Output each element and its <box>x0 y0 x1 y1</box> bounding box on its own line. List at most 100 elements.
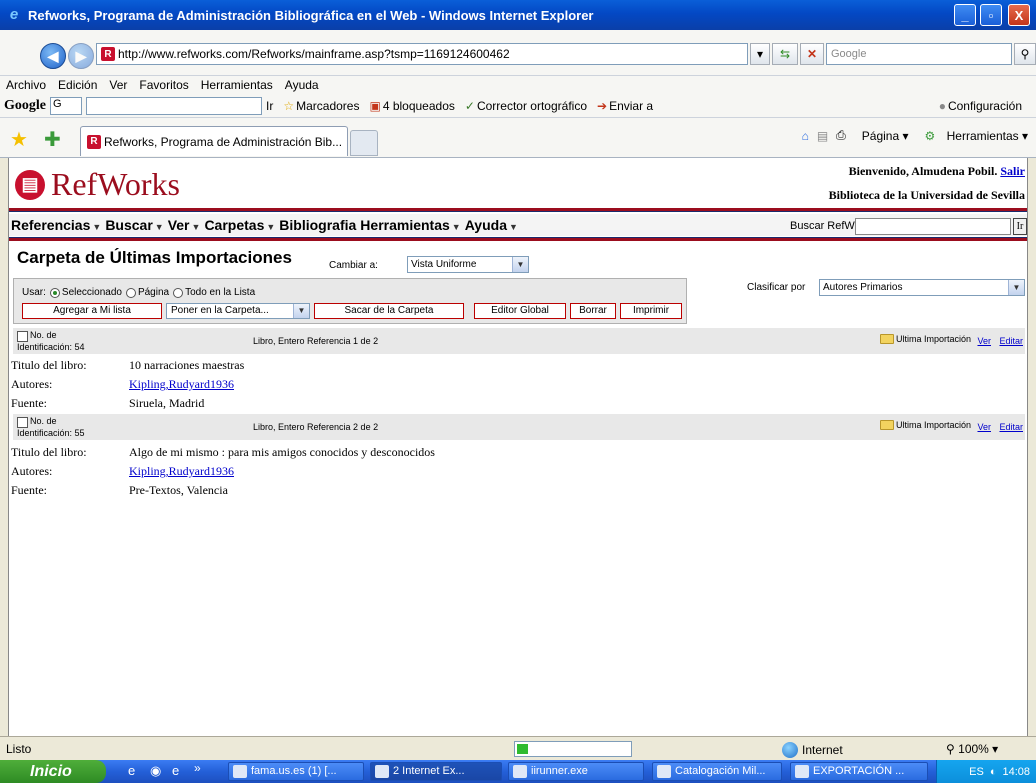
menu-favoritos[interactable]: Favoritos <box>139 78 188 92</box>
nav-carpetas[interactable]: Carpetas ▼ <box>204 217 275 233</box>
taskbar-item[interactable]: 2 Internet Ex... <box>370 762 502 781</box>
spellcheck-icon: ✓ <box>464 98 475 113</box>
zoom-control[interactable]: ⚲ 100% ▾ <box>946 742 998 756</box>
print-icon[interactable]: ⎙ <box>836 128 846 143</box>
page-menu-label: Página <box>861 128 900 143</box>
refworks-search-button[interactable]: Ir <box>1013 218 1027 235</box>
quicklaunch-ie-icon[interactable]: e <box>128 763 135 778</box>
sort-select[interactable]: Autores Primarios ▼ <box>819 279 1025 296</box>
nav-buscar-label: Buscar <box>105 217 153 233</box>
start-button[interactable]: Inicio <box>0 760 106 783</box>
search-button[interactable]: ⚲ <box>1014 43 1036 65</box>
menu-archivo[interactable]: Archivo <box>6 78 46 92</box>
reference-checkbox[interactable] <box>17 331 28 342</box>
minimize-button[interactable]: _ <box>954 4 976 26</box>
menu-ver[interactable]: Ver <box>109 78 127 92</box>
taskbar-item[interactable]: fama.us.es (1) [... <box>228 762 364 781</box>
print-button[interactable]: Imprimir <box>620 303 682 319</box>
security-zone[interactable]: Internet <box>782 742 843 758</box>
global-editor-button[interactable]: Editor Global <box>474 303 566 319</box>
nav-divider <box>9 237 1027 241</box>
maximize-button[interactable]: ▫ <box>980 4 1002 26</box>
bookmarks-button[interactable]: ☆ Marcadores <box>283 99 359 113</box>
tray-icon[interactable]: ◐ <box>990 766 997 778</box>
view-link[interactable]: Ver <box>977 422 991 432</box>
address-input[interactable]: R http://www.refworks.com/Refworks/mainf… <box>96 43 748 65</box>
google-go-button[interactable]: Ir <box>266 99 273 113</box>
feeds-icon[interactable]: ▤ <box>817 129 828 143</box>
add-favorite-icon[interactable]: ✚ <box>44 130 61 150</box>
google-settings-button[interactable]: ● Configuración <box>939 99 1022 113</box>
tab-refworks[interactable]: R Refworks, Programa de Administración B… <box>80 126 348 156</box>
blocker-icon: ▣ <box>369 98 381 113</box>
language-indicator[interactable]: ES <box>969 766 984 778</box>
send-to-button[interactable]: ➔ Enviar a <box>597 99 653 113</box>
taskbar-item[interactable]: iirunner.exe <box>508 762 644 781</box>
reference-checkbox[interactable] <box>17 417 28 428</box>
source-value: Pre-Textos, Valencia <box>129 483 228 497</box>
radio-all[interactable] <box>173 287 184 298</box>
google-search-input[interactable] <box>86 96 262 115</box>
address-dropdown-button[interactable]: ▾ <box>750 43 770 65</box>
taskbar-item[interactable]: Catalogación Mil... <box>652 762 782 781</box>
radio-page[interactable] <box>125 287 136 298</box>
google-engine-select[interactable]: G <box>50 96 82 115</box>
menu-edicion[interactable]: Edición <box>58 78 97 92</box>
remove-from-folder-button[interactable]: Sacar de la Carpeta <box>314 303 464 319</box>
nav-referencias[interactable]: Referencias ▼ <box>11 217 101 233</box>
nav-ayuda[interactable]: Ayuda ▼ <box>465 217 518 233</box>
search-input[interactable]: Google <box>826 43 1012 65</box>
nav-buscar[interactable]: Buscar ▼ <box>105 217 163 233</box>
author-link[interactable]: Kipling,Rudyard1936 <box>129 377 234 392</box>
window-titlebar[interactable]: e Refworks, Programa de Administración B… <box>0 0 1036 30</box>
quicklaunch-explorer-icon[interactable]: e <box>172 763 179 778</box>
reference-id-label: No. de <box>30 330 57 340</box>
add-to-list-button[interactable]: Agregar a Mi lista <box>22 303 162 319</box>
reference-id: Identificación: 54 <box>17 342 85 352</box>
source-value: Siruela, Madrid <box>129 396 205 410</box>
spellcheck-label: Corrector ortográfico <box>476 98 587 113</box>
reference-id-label: No. de <box>30 416 57 426</box>
spellcheck-button[interactable]: ✓ Corrector ortográfico <box>465 99 587 113</box>
menu-herramientas[interactable]: Herramientas <box>201 78 273 92</box>
tools-menu[interactable]: ⚙ Herramientas ▾ <box>917 129 1029 143</box>
system-tray: ES ◐ 14:08 <box>936 760 1036 783</box>
send-icon: ➔ <box>597 98 608 113</box>
view-select[interactable]: Vista Uniforme ▼ <box>407 256 529 273</box>
page-menu[interactable]: Página ▾ <box>854 129 909 143</box>
globe-icon <box>782 742 798 758</box>
delete-button[interactable]: Borrar <box>570 303 616 319</box>
refresh-button[interactable]: ⇆ <box>772 43 798 65</box>
menu-ayuda[interactable]: Ayuda <box>285 78 319 92</box>
folder-icon <box>879 334 894 344</box>
stop-button[interactable]: ✕ <box>800 43 824 65</box>
home-icon[interactable]: ⌂ <box>802 129 809 143</box>
zone-label: Internet <box>802 743 843 757</box>
google-go-label: Ir <box>266 98 274 113</box>
favorites-center-icon[interactable]: ★ <box>10 130 28 150</box>
logout-link[interactable]: Salir <box>1000 164 1025 178</box>
nav-bibliografia[interactable]: Bibliografia <box>279 217 356 233</box>
close-button[interactable]: X <box>1008 4 1030 26</box>
quicklaunch-media-icon[interactable]: ◉ <box>150 763 161 779</box>
back-button[interactable]: ◀ <box>40 43 66 69</box>
caret-down-icon: ▼ <box>451 222 461 232</box>
edit-link[interactable]: Editar <box>999 422 1023 432</box>
put-in-folder-select[interactable]: Poner en la Carpeta... ▼ <box>166 303 310 319</box>
popup-blocker-button[interactable]: ▣ 4 bloqueados <box>369 99 454 113</box>
nav-herramientas[interactable]: Herramientas ▼ <box>360 217 460 233</box>
quicklaunch-more-icon[interactable]: » <box>194 761 201 775</box>
nav-ver[interactable]: Ver ▼ <box>168 217 201 233</box>
edit-link[interactable]: Editar <box>999 336 1023 346</box>
taskbar-item[interactable]: EXPORTACIÓN ... <box>790 762 928 781</box>
view-link[interactable]: Ver <box>977 336 991 346</box>
forward-button[interactable]: ▶ <box>68 43 94 69</box>
new-tab-button[interactable] <box>350 130 378 156</box>
clock[interactable]: 14:08 <box>1002 766 1030 778</box>
star-icon: ☆ <box>283 98 295 113</box>
refworks-search-input[interactable] <box>855 218 1011 235</box>
author-link[interactable]: Kipling,Rudyard1936 <box>129 464 234 479</box>
sort-label: Clasificar por <box>747 282 806 293</box>
radio-selected[interactable] <box>49 287 60 298</box>
refworks-logo[interactable]: ▤ RefWorks <box>15 166 180 203</box>
